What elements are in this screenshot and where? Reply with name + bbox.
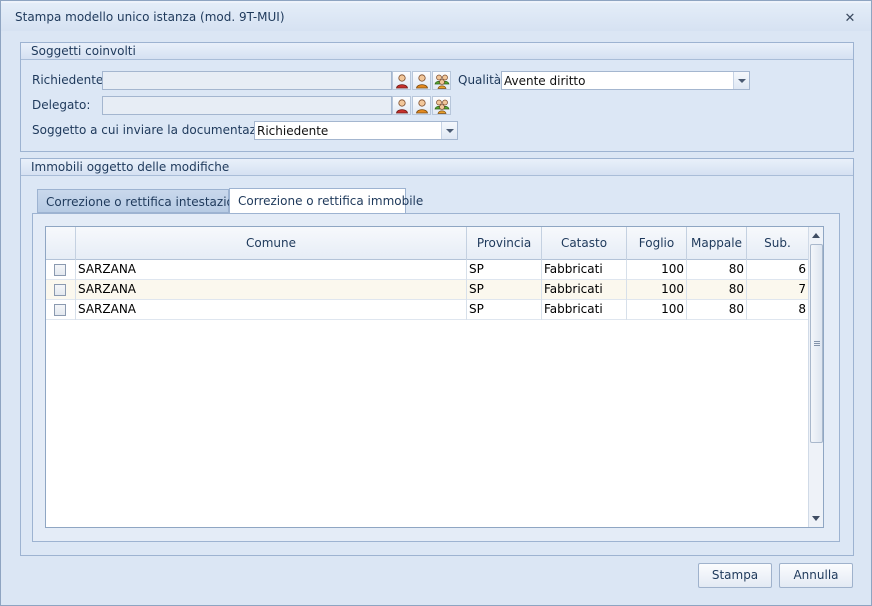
cell-mappale: 80 bbox=[687, 300, 747, 320]
tab-panel-immobile: Comune Provincia Catasto Foglio Mappale … bbox=[32, 213, 840, 542]
column-header-select[interactable] bbox=[46, 227, 76, 260]
cell-catasto: Fabbricati bbox=[542, 280, 627, 300]
people-group-icon bbox=[434, 99, 450, 114]
qualita-label: Qualità bbox=[458, 73, 502, 87]
cell-sub: 8 bbox=[798, 302, 806, 316]
tab-correzione-immobile[interactable]: Correzione o rettifica immobile bbox=[229, 188, 423, 213]
column-header-foglio[interactable]: Foglio bbox=[627, 227, 687, 260]
cell-foglio: 100 bbox=[627, 260, 687, 280]
cell-sub: 7 bbox=[798, 282, 806, 296]
column-header-comune[interactable]: Comune bbox=[76, 227, 467, 260]
immobili-grid: Comune Provincia Catasto Foglio Mappale … bbox=[45, 226, 824, 528]
table-row[interactable]: SARZANA SP Fabbricati 100 80 7 bbox=[46, 280, 808, 300]
column-header-catasto[interactable]: Catasto bbox=[542, 227, 627, 260]
stampa-button[interactable]: Stampa bbox=[698, 563, 772, 588]
soggetto-invio-label: Soggetto a cui inviare la documentazione… bbox=[32, 123, 286, 137]
person-red-icon bbox=[396, 99, 408, 114]
column-header-mappale[interactable]: Mappale bbox=[687, 227, 747, 260]
soggetto-invio-select[interactable]: Richiedente bbox=[254, 121, 458, 140]
close-icon[interactable]: ✕ bbox=[843, 12, 857, 26]
delegato-label: Delegato: bbox=[32, 98, 91, 112]
soggetto-invio-chevron-down-icon[interactable] bbox=[441, 122, 457, 139]
cell-comune: SARZANA bbox=[76, 280, 467, 300]
richiedente-new-person-button[interactable] bbox=[412, 71, 431, 90]
window-title: Stampa modello unico istanza (mod. 9T-MU… bbox=[15, 10, 285, 24]
soggetti-group: Soggetti coinvolti Richiedente: Qualità … bbox=[20, 42, 854, 152]
tab-correzione-intestazione[interactable]: Correzione o rettifica intestazione bbox=[37, 189, 249, 213]
soggetti-group-title: Soggetti coinvolti bbox=[31, 44, 136, 58]
cell-mappale: 80 bbox=[687, 260, 747, 280]
immobili-group-title: Immobili oggetto delle modifiche bbox=[31, 160, 230, 174]
cell-foglio: 100 bbox=[627, 280, 687, 300]
scroll-grip-icon bbox=[814, 341, 820, 346]
delegato-select-person-button[interactable] bbox=[392, 96, 411, 115]
person-orange-icon bbox=[416, 74, 428, 89]
delegato-group-button[interactable] bbox=[432, 96, 451, 115]
cell-comune: SARZANA bbox=[76, 260, 467, 280]
table-row[interactable]: SARZANA SP Fabbricati 100 80 6 bbox=[46, 260, 808, 280]
row-checkbox[interactable] bbox=[54, 264, 66, 276]
cell-mappale: 80 bbox=[687, 280, 747, 300]
column-header-sub[interactable]: Sub. bbox=[747, 227, 808, 260]
richiedente-select-person-button[interactable] bbox=[392, 71, 411, 90]
dialog-window: Stampa modello unico istanza (mod. 9T-MU… bbox=[0, 0, 872, 606]
scrollbar-thumb[interactable] bbox=[810, 244, 823, 443]
cell-comune: SARZANA bbox=[76, 300, 467, 320]
annulla-button[interactable]: Annulla bbox=[779, 563, 853, 588]
grid-header: Comune Provincia Catasto Foglio Mappale … bbox=[46, 227, 808, 260]
qualita-select[interactable]: Avente diritto bbox=[501, 71, 750, 90]
grid-vertical-scrollbar[interactable] bbox=[808, 227, 823, 527]
delegato-new-person-button[interactable] bbox=[412, 96, 431, 115]
person-red-icon bbox=[396, 74, 408, 89]
row-checkbox[interactable] bbox=[54, 284, 66, 296]
delegato-field[interactable] bbox=[102, 96, 392, 115]
people-group-icon bbox=[434, 74, 450, 89]
qualita-dropdown-chevron-down-icon[interactable] bbox=[733, 72, 749, 89]
cell-sub: 6 bbox=[798, 262, 806, 276]
richiedente-label: Richiedente: bbox=[32, 73, 108, 87]
column-header-provincia[interactable]: Provincia bbox=[467, 227, 542, 260]
cell-foglio: 100 bbox=[627, 300, 687, 320]
table-row[interactable]: SARZANA SP Fabbricati 100 80 8 bbox=[46, 300, 808, 320]
immobili-group: Immobili oggetto delle modifiche Correzi… bbox=[20, 158, 854, 556]
row-checkbox[interactable] bbox=[54, 304, 66, 316]
immobili-group-header: Immobili oggetto delle modifiche bbox=[21, 159, 853, 176]
richiedente-field[interactable] bbox=[102, 71, 392, 90]
scroll-up-arrow-icon[interactable] bbox=[809, 227, 823, 243]
cell-catasto: Fabbricati bbox=[542, 300, 627, 320]
title-bar[interactable]: Stampa modello unico istanza (mod. 9T-MU… bbox=[1, 3, 871, 31]
person-orange-icon bbox=[416, 99, 428, 114]
cell-catasto: Fabbricati bbox=[542, 260, 627, 280]
cell-provincia: SP bbox=[467, 280, 542, 300]
cell-provincia: SP bbox=[467, 300, 542, 320]
scroll-down-arrow-icon[interactable] bbox=[809, 511, 823, 527]
richiedente-group-button[interactable] bbox=[432, 71, 451, 90]
cell-provincia: SP bbox=[467, 260, 542, 280]
soggetti-group-header: Soggetti coinvolti bbox=[21, 43, 853, 60]
